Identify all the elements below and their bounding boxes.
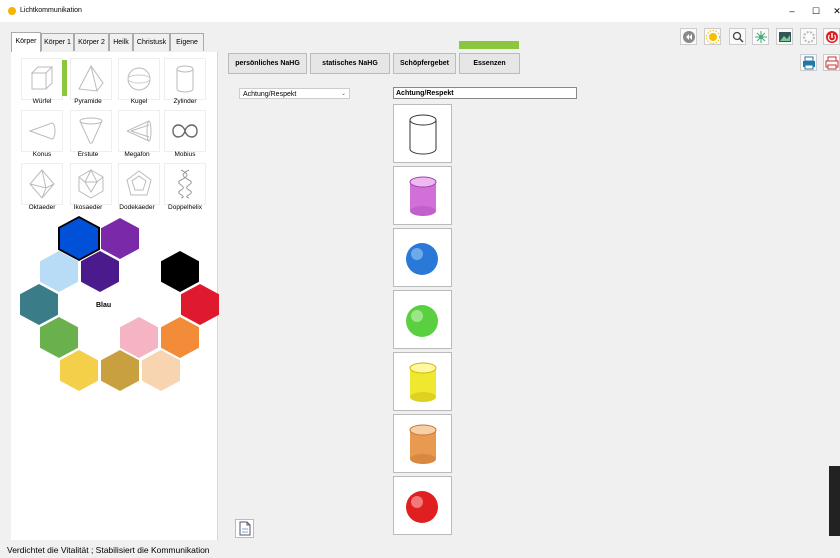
tab-christusk[interactable]: Christusk (133, 33, 170, 51)
print-settings-button[interactable] (823, 54, 840, 71)
static-nahg-button[interactable]: statisches NaHG (310, 53, 390, 74)
print-settings-icon (825, 56, 839, 70)
shape-icosahedron[interactable] (70, 163, 112, 205)
shape-sphere[interactable] (118, 58, 160, 100)
cube-icon (30, 66, 54, 90)
icosahedron-icon (78, 168, 104, 199)
tile-orange-cylinder[interactable] (393, 414, 452, 473)
megaphone-icon (126, 120, 152, 142)
selected-color-label: Blau (96, 302, 112, 309)
settings-button[interactable] (800, 28, 817, 45)
document-button[interactable] (235, 519, 254, 538)
image-icon (779, 32, 791, 42)
minimize-button[interactable]: – (782, 3, 802, 19)
shape-funnel[interactable] (70, 110, 112, 152)
shape-cone[interactable] (21, 110, 63, 152)
pyramid-icon (78, 65, 104, 92)
image-button[interactable] (776, 28, 793, 45)
white-cylinder-icon (409, 114, 437, 155)
tab-eigene[interactable]: Eigene (170, 33, 204, 51)
tile-violet-cylinder[interactable] (393, 166, 452, 225)
shape-octahedron[interactable] (21, 163, 63, 205)
power-icon (826, 31, 838, 43)
shape-double-helix[interactable] (164, 163, 206, 205)
shape-pyramid[interactable] (70, 58, 112, 100)
close-button[interactable]: ✕ (827, 3, 840, 19)
status-bar: Verdichtet die Vitalität ; Stabilisiert … (7, 545, 210, 555)
tab-koerper-1[interactable]: Körper 1 (41, 33, 74, 51)
selection-marker (62, 60, 67, 96)
title-bar: Lichtkommunikation – ☐ ✕ (0, 0, 840, 22)
yellow-cylinder-icon (409, 362, 437, 402)
dark-edge (829, 466, 840, 536)
shape-cylinder[interactable] (164, 58, 206, 100)
print-button[interactable] (800, 54, 817, 71)
dodecahedron-icon (126, 170, 152, 196)
shape-dodecahedron[interactable] (118, 163, 160, 205)
app-sun-icon (8, 7, 16, 15)
essences-button[interactable]: Essenzen (459, 53, 520, 74)
sun-icon (706, 30, 720, 44)
sphere-icon (127, 67, 151, 91)
red-sphere-icon (406, 491, 438, 523)
blue-sphere-icon (406, 243, 438, 275)
personal-nahg-button[interactable]: persönliches NaHG (228, 53, 307, 74)
rewind-button[interactable] (680, 28, 697, 45)
settings-icon (803, 31, 815, 43)
tile-green-sphere[interactable] (393, 290, 452, 349)
double-helix-icon (178, 169, 192, 199)
chevron-down-icon: ⌄ (340, 91, 346, 97)
octahedron-icon (29, 169, 55, 199)
funnel-icon (79, 117, 103, 144)
green-sphere-icon (406, 305, 438, 337)
maximize-button[interactable]: ☐ (806, 3, 826, 19)
tile-blue-sphere[interactable] (393, 228, 452, 287)
creator-prayer-button[interactable]: Schöpfergebet (393, 53, 456, 74)
window-title: Lichtkommunikation (20, 7, 82, 14)
sun-button[interactable] (704, 28, 721, 45)
essence-name-field[interactable]: Achtung/Respekt (393, 87, 577, 99)
tile-yellow-cylinder[interactable] (393, 352, 452, 411)
print-icon (803, 56, 815, 70)
violet-cylinder-icon (409, 176, 437, 216)
tile-white-cylinder[interactable] (393, 104, 452, 163)
essence-dropdown[interactable]: Achtung/Respekt ⌄ (239, 88, 350, 99)
network-button[interactable] (752, 28, 769, 45)
network-icon (755, 31, 767, 43)
tab-koerper-2[interactable]: Körper 2 (74, 33, 109, 51)
document-icon (239, 521, 251, 536)
cylinder-icon (176, 65, 194, 93)
tile-red-sphere[interactable] (393, 476, 452, 535)
search-icon (732, 31, 744, 43)
shape-cube[interactable] (21, 58, 63, 100)
tab-heilk[interactable]: Heilk (109, 33, 133, 51)
active-indicator (459, 41, 519, 49)
dropdown-value: Achtung/Respekt (243, 91, 297, 98)
shape-label: Doppelhelix (168, 204, 202, 211)
mobius-icon (172, 124, 198, 138)
tab-koerper[interactable]: Körper (11, 32, 41, 52)
cone-icon (28, 122, 56, 140)
shape-mobius[interactable] (164, 110, 206, 152)
power-button[interactable] (823, 28, 840, 45)
shape-label: Zylinder (173, 98, 197, 105)
shape-label: Mobius (174, 151, 196, 158)
orange-cylinder-icon (409, 424, 437, 464)
search-button[interactable] (729, 28, 746, 45)
rewind-icon (683, 31, 695, 43)
shape-megaphone[interactable] (118, 110, 160, 152)
